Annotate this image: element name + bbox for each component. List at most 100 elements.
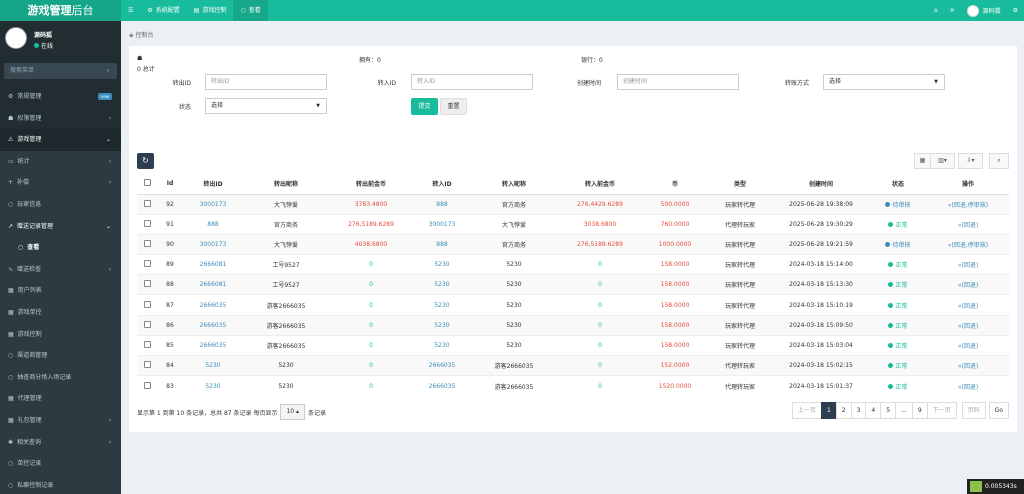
cell-in-id[interactable]: 2666035 — [413, 354, 471, 376]
cell-in-id[interactable]: 5230 — [413, 314, 471, 336]
cell-in-id[interactable]: 5230 — [413, 334, 471, 356]
page-jump-input[interactable]: 页码 — [961, 402, 986, 419]
row-checkbox[interactable] — [137, 213, 157, 235]
row-checkbox[interactable] — [137, 354, 157, 376]
home-icon[interactable]: ⌂ — [934, 7, 938, 14]
rollback-link[interactable]: 回退 — [964, 343, 976, 350]
checkbox[interactable] — [143, 320, 151, 328]
sidebar-item-game-control[interactable]: ▦ 游戏控制 — [0, 323, 121, 346]
checkbox[interactable] — [143, 340, 151, 348]
out-id-input[interactable]: 转出ID — [205, 74, 327, 90]
sidebar-item-permission[interactable]: ☗ 权限管理 ‹ — [0, 108, 121, 130]
rollback-link[interactable]: 回退 — [964, 262, 976, 269]
row-checkbox[interactable] — [137, 314, 157, 336]
cell-out-id[interactable]: 2666035 — [183, 334, 243, 356]
col-ops[interactable]: 操作 — [927, 174, 1009, 195]
sidebar-item-player-info[interactable]: ○ 玩家信息 — [0, 193, 121, 216]
cell-out-id[interactable]: 3000173 — [183, 193, 243, 215]
in-id-input[interactable]: 转入ID — [411, 74, 533, 90]
cell-ops[interactable]: «(回退) — [927, 334, 1009, 356]
page-button[interactable]: 4 — [865, 402, 882, 419]
columns-button[interactable]: ▥▾ — [930, 153, 955, 169]
sidebar-item-channel[interactable]: ○ 渠道商管理 — [0, 345, 121, 367]
checkbox[interactable] — [143, 239, 151, 247]
cell-ops[interactable]: «(回退) — [927, 254, 1009, 275]
cell-out-id[interactable]: 3000173 — [183, 233, 243, 255]
page-button[interactable]: 3 — [850, 402, 867, 419]
sidebar-item-stats[interactable]: ▭ 统计 ‹ — [0, 150, 121, 173]
checkbox[interactable] — [143, 179, 151, 187]
rollback-link[interactable]: 回退 — [964, 384, 976, 391]
cell-ops[interactable]: «(回退) — [927, 314, 1009, 336]
nav-tab-system-config[interactable]: ⚙ 系统配置 — [140, 0, 186, 21]
cell-out-id[interactable]: 888 — [183, 213, 243, 235]
cell-ops[interactable]: «(回退) — [927, 354, 1009, 376]
select-all-header[interactable] — [137, 174, 157, 195]
sidebar-item-gift-records[interactable]: ↗ 赠送记录管理 ⌄ — [0, 215, 121, 238]
submit-button[interactable]: 提交 — [411, 98, 438, 115]
rollback-link[interactable]: 回退 — [964, 323, 976, 330]
sidebar-item-chat-records[interactable]: ○ 私聊控制记录 — [0, 474, 121, 494]
transfer-method-select[interactable]: 选择 ▼ — [823, 74, 945, 90]
go-button[interactable]: Go — [988, 402, 1009, 419]
create-time-input[interactable]: 创建时间 — [617, 74, 739, 90]
sidebar-item-compensate[interactable]: + 补偿 ‹ — [0, 172, 121, 194]
col-out-id[interactable]: 转出ID — [183, 174, 243, 195]
checkbox[interactable] — [143, 219, 151, 227]
cell-ops[interactable]: «(回退) — [927, 213, 1009, 235]
row-checkbox[interactable] — [137, 274, 157, 295]
page-button[interactable]: ... — [895, 402, 913, 419]
prev-page-button[interactable]: 上一页 — [791, 402, 822, 419]
user-menu[interactable]: 源码狐 — [966, 4, 1001, 17]
col-out-nick[interactable]: 转出昵称 — [243, 174, 329, 195]
cell-in-id[interactable]: 888 — [413, 193, 471, 215]
cell-out-id[interactable]: 5230 — [183, 375, 243, 396]
cell-ops[interactable]: «(回退) — [927, 375, 1009, 396]
settings-icon[interactable]: ⚙ — [1013, 7, 1018, 14]
menu-toggle-button[interactable]: ☰ — [121, 0, 140, 21]
nav-tab-view[interactable]: ○ 查看 — [233, 0, 268, 21]
rollback-link[interactable]: 回退,停审核 — [954, 202, 986, 209]
app-logo[interactable]: 游戏管理后台 — [0, 0, 121, 21]
rollback-link[interactable]: 回退 — [964, 363, 976, 370]
cell-in-id[interactable]: 2666035 — [413, 375, 471, 396]
next-page-button[interactable]: 下一页 — [926, 402, 957, 419]
row-checkbox[interactable] — [137, 334, 157, 356]
checkbox[interactable] — [143, 361, 151, 369]
cell-ops[interactable]: «(回退) — [927, 294, 1009, 316]
page-button[interactable]: 9 — [911, 402, 928, 419]
row-checkbox[interactable] — [137, 375, 157, 396]
menu-search-input[interactable]: 搜索菜单 ⌕ — [4, 63, 117, 79]
row-checkbox[interactable] — [137, 294, 157, 316]
reset-button[interactable]: 重置 — [440, 98, 467, 115]
sidebar-item-view[interactable]: ○ 查看 — [0, 237, 121, 259]
col-in-id[interactable]: 转入ID — [413, 174, 471, 195]
checkbox[interactable] — [143, 300, 151, 308]
sidebar-item-gift-check[interactable]: ∿ 赠送检查 ‹ — [0, 258, 121, 281]
sidebar-item-agent[interactable]: ▦ 代理管理 — [0, 388, 121, 410]
sidebar-item-entry-records[interactable]: ○ 抽查商分场入场记录 — [0, 366, 121, 389]
row-checkbox[interactable] — [137, 193, 157, 215]
checkbox[interactable] — [143, 199, 151, 207]
checkbox[interactable] — [143, 381, 151, 389]
cell-in-id[interactable]: 5230 — [413, 294, 471, 316]
page-button[interactable]: 5 — [880, 402, 897, 419]
sidebar-item-user-list[interactable]: ▦ 用户列表 — [0, 280, 121, 302]
cell-out-id[interactable]: 2666035 — [183, 294, 243, 316]
rollback-link[interactable]: 回退 — [964, 282, 976, 289]
sidebar-item-single-control[interactable]: ▦ 游戏单控 — [0, 301, 121, 324]
export-button[interactable]: ⇩▾ — [958, 153, 983, 169]
fullscreen-icon[interactable]: ✕ — [950, 7, 955, 14]
col-out-before[interactable]: 转出前金币 — [329, 174, 413, 195]
rollback-link[interactable]: 回退,停审核 — [954, 242, 986, 249]
nav-tab-game-control[interactable]: ▤ 游戏控制 — [187, 0, 234, 21]
breadcrumb[interactable]: ◈ 控制台 — [129, 30, 154, 39]
checkbox[interactable] — [143, 280, 151, 288]
sidebar-item-control-records[interactable]: ○ 单控记录 — [0, 453, 121, 475]
rollback-link[interactable]: 回退 — [964, 303, 976, 310]
sidebar-item-game-manage[interactable]: ⚠ 游戏管理 ⌄ — [0, 129, 121, 151]
cell-out-id[interactable]: 2666081 — [183, 274, 243, 295]
col-coin[interactable]: 币 — [643, 174, 707, 195]
cell-out-id[interactable]: 2666081 — [183, 254, 243, 275]
page-size-select[interactable]: 10 ▴ — [280, 404, 306, 420]
